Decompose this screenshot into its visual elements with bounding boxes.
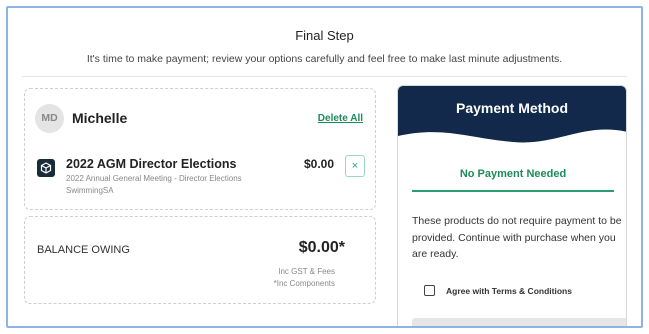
product-name: 2022 AGM Director Elections (66, 157, 237, 171)
no-payment-underline (412, 190, 614, 192)
payment-method-panel: Payment Method No Payment Needed These p… (397, 85, 627, 326)
payment-method-title: Payment Method (455, 100, 568, 116)
page-subtitle: It's time to make payment; review your o… (86, 53, 563, 65)
delete-all-link[interactable]: Delete All (318, 113, 363, 124)
payment-description: These products do not require payment to… (412, 215, 622, 260)
balance-label: BALANCE OWING (37, 244, 130, 256)
remove-item-button[interactable]: × (345, 155, 365, 177)
product-organisation: SwimmingSA (66, 186, 114, 195)
terms-label[interactable]: Agree with Terms & Conditions (446, 286, 572, 296)
header-divider (22, 76, 627, 77)
complete-purchase-button[interactable]: Complete Purchase (412, 318, 626, 326)
cube-icon-graphic (40, 162, 52, 174)
user-name: Michelle (72, 110, 128, 126)
terms-row[interactable]: Agree with Terms & Conditions (424, 285, 572, 296)
balance-card: BALANCE OWING $0.00* Inc GST & Fees *Inc… (24, 216, 376, 304)
no-payment-option[interactable]: No Payment Needed (412, 168, 614, 180)
page-title: Final Step (295, 28, 354, 43)
product-price: $0.00 (304, 157, 335, 171)
cube-icon (37, 159, 55, 177)
avatar: MD (35, 104, 64, 133)
balance-components-note: *Inc Components (273, 279, 335, 288)
order-card: MD Michelle Delete All 2022 AGM Director… (24, 88, 376, 210)
checkout-frame: Final Step It's time to make payment; re… (6, 6, 643, 328)
terms-checkbox[interactable] (424, 285, 435, 296)
balance-gst-note: Inc GST & Fees (278, 267, 335, 276)
product-description: 2022 Annual General Meeting - Director E… (66, 174, 242, 183)
payment-header-background (398, 86, 626, 143)
balance-amount: $0.00* (298, 239, 345, 256)
